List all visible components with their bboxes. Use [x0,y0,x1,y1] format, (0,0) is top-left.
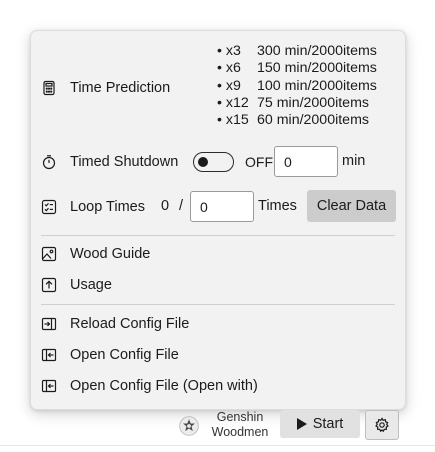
settings-flyout: Time Prediction • x3 300 min/2000items •… [30,30,406,410]
app-name-line2: Woodmen [211,424,269,439]
open-file-with-icon [41,378,57,394]
loop-times-label: Loop Times [70,199,145,215]
time-prediction-list: • x3 300 min/2000items • x6 150 min/2000… [217,43,377,129]
import-icon [41,316,57,332]
menu-item-usage[interactable]: Usage [31,274,405,296]
prediction-item: • x9 100 min/2000items [217,77,377,94]
image-icon [41,246,57,262]
start-button-label: Start [312,416,344,432]
menu-item-open-config-with[interactable]: Open Config File (Open with) [31,375,405,397]
menu-item-label: Usage [70,277,112,293]
checklist-icon [41,199,57,215]
toggle-state-text: OFF [245,154,273,170]
menu-item-label: Open Config File [70,347,179,363]
app-name-line1: Genshin [216,410,264,424]
settings-button[interactable] [365,410,399,440]
minutes-unit: min [342,153,366,169]
menu-item-reload-config[interactable]: Reload Config File [31,313,405,335]
separator [41,235,395,236]
prediction-item: • x12 75 min/2000items [217,94,369,111]
app-name: Genshin Woodmen [206,410,274,439]
timer-icon [41,154,57,170]
app-logo-icon [176,413,202,439]
separator [41,304,395,305]
loop-divider: / [179,198,184,214]
start-button[interactable]: Start [280,410,360,438]
prediction-item: • x6 150 min/2000items [217,60,377,77]
loop-unit: Times [258,198,297,214]
clear-data-button[interactable]: Clear Data [307,190,396,222]
play-icon [296,418,307,430]
timed-shutdown-label: Timed Shutdown [70,154,179,170]
menu-item-label: Reload Config File [70,316,190,332]
loop-total-input[interactable] [190,191,254,222]
shutdown-minutes-input[interactable] [274,146,338,177]
upload-icon [41,277,57,293]
toggle-knob [198,156,208,167]
menu-item-open-config[interactable]: Open Config File [31,344,405,366]
calculator-icon [41,80,57,96]
menu-item-wood-guide[interactable]: Wood Guide [31,243,405,265]
open-file-icon [41,347,57,363]
window-bottom-border [0,445,435,446]
time-prediction-label: Time Prediction [70,80,171,96]
menu-item-label: Wood Guide [70,246,151,262]
loop-current-count: 0 [161,198,170,214]
shutdown-toggle[interactable] [193,152,234,172]
prediction-item: • x3 300 min/2000items [217,43,377,59]
menu-item-label: Open Config File (Open with) [70,378,258,394]
gear-icon [375,417,389,433]
prediction-item: • x15 60 min/2000items [217,112,369,129]
